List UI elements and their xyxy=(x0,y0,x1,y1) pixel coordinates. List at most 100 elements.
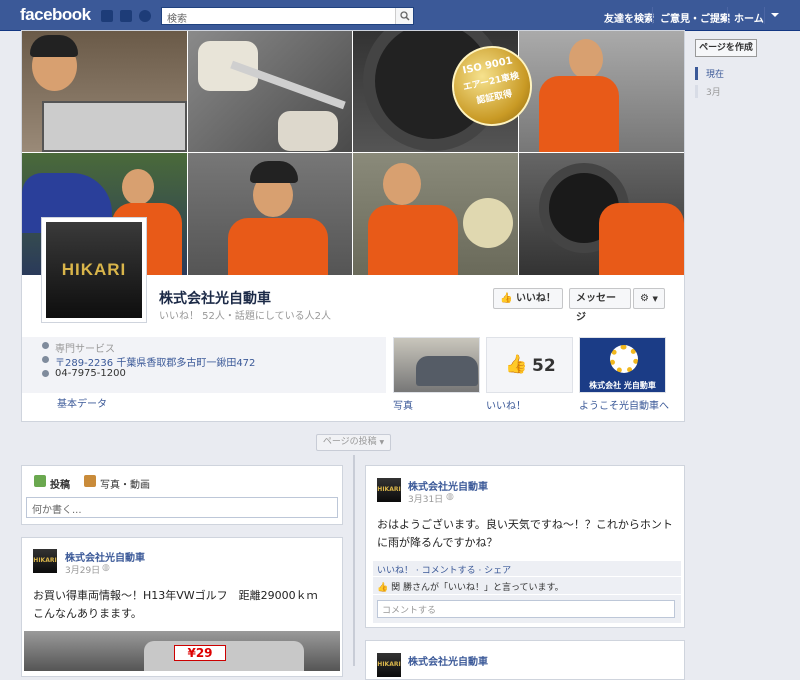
photo-icon xyxy=(84,475,96,487)
welcome-image-text: 株式会社 光自動車 xyxy=(589,381,656,390)
friend-requests-icon[interactable] xyxy=(101,10,113,22)
chevron-down-icon: ▼ xyxy=(652,295,658,303)
search-icon xyxy=(400,11,410,21)
nav-divider xyxy=(727,7,728,24)
cover-tile-mechanic-orange xyxy=(519,31,684,152)
message-button[interactable]: メッセージ xyxy=(569,288,631,323)
comment-area: コメントする xyxy=(373,595,681,623)
likes-link[interactable]: いいね！ xyxy=(486,397,526,412)
page-header-card: ISO 9001 エアー21車検 認証取得 HIKARI 株式会社光自動車 いい… xyxy=(21,30,685,422)
top-navigation-bar: facebook 検索 友達を検索 ご意見・ご提案 ホーム xyxy=(0,0,800,31)
status-icon xyxy=(34,475,46,487)
cover-tile-sander xyxy=(353,153,518,275)
notifications-globe-icon[interactable] xyxy=(139,10,151,22)
profile-picture[interactable]: HIKARI xyxy=(41,217,147,323)
sander xyxy=(463,198,513,248)
glove xyxy=(278,111,338,151)
post-text-input[interactable]: 何か書く... xyxy=(26,497,338,518)
nav-divider xyxy=(764,7,765,24)
category-row: 専門サービス xyxy=(42,340,115,355)
cover-tile-mechanic-cap xyxy=(188,153,352,275)
feedback-link[interactable]: ご意見・ご提案 xyxy=(660,10,730,25)
liked-by-text[interactable]: 関 勝さんが「いいね！」と言っています。 xyxy=(391,583,564,593)
post-card: HIKARI 株式会社光自動車 3月29日 ◍ お買い得車両情報〜！H13年VW… xyxy=(21,537,343,677)
post-actions[interactable]: いいね！ · コメントする · シェア xyxy=(373,561,681,576)
account-menu-chevron-icon[interactable] xyxy=(771,13,779,17)
profile-logo: HIKARI xyxy=(46,222,142,318)
page-stats: いいね！ 52人・話題にしている人2人 xyxy=(159,311,331,322)
find-friends-link[interactable]: 友達を検索 xyxy=(604,10,654,25)
post-author-avatar[interactable]: HIKARI xyxy=(377,653,401,677)
search-button[interactable] xyxy=(395,8,413,24)
globe-icon: ◍ xyxy=(102,563,110,573)
year-nav-current[interactable]: 現在 xyxy=(695,67,755,80)
phone-text: 04-7975-1200 xyxy=(55,368,126,379)
thumbs-up-icon: 👍 xyxy=(505,354,528,375)
welcome-app-tile[interactable]: 株式会社 光自動車 xyxy=(579,337,666,393)
basic-data-link[interactable]: 基本データ xyxy=(57,395,107,410)
orange-jumpsuit xyxy=(228,218,328,275)
post-card: HIKARI 株式会社光自動車 3月31日 ◍ おはようございます。良い天気です… xyxy=(365,465,685,628)
orange-jumpsuit xyxy=(599,203,684,275)
mechanic-head xyxy=(122,169,154,205)
welcome-app-link[interactable]: ようこそ光自動車へ xyxy=(579,397,669,412)
car-photo xyxy=(416,356,478,386)
cap xyxy=(250,161,298,183)
posts-filter-dropdown[interactable]: ページの投稿 ▼ xyxy=(316,434,391,451)
year-nav-month[interactable]: 3月 xyxy=(695,85,755,98)
price-tag: ¥29 xyxy=(174,645,226,661)
tag-icon xyxy=(42,342,49,349)
car-photo[interactable]: ¥29 xyxy=(24,631,340,671)
tab-photo-video[interactable]: 写真・動画 xyxy=(100,476,150,491)
address-row[interactable]: 〒289-2236 千葉県香取郡多古町一鍬田472 xyxy=(42,354,255,369)
posts-filter-label: ページの投稿 xyxy=(322,437,377,447)
cap xyxy=(30,35,78,57)
like-button-label: いいね！ xyxy=(515,293,556,304)
post-card: HIKARI 株式会社光自動車 xyxy=(365,640,685,680)
phone-icon xyxy=(42,370,49,377)
tab-post[interactable]: 投稿 xyxy=(50,476,70,491)
post-text: おはようございます。良い天気ですね〜！？これからホントに雨が降るんですかね？ xyxy=(377,518,673,549)
gear-logo-icon xyxy=(610,345,638,373)
settings-dropdown-button[interactable]: ⚙ ▼ xyxy=(633,288,665,309)
nav-divider xyxy=(652,7,653,24)
page-name[interactable]: 株式会社光自動車 xyxy=(159,288,271,308)
cover-tile-under-car xyxy=(519,153,684,275)
like-button[interactable]: 👍 いいね！ xyxy=(493,288,563,309)
likes-count: 52 xyxy=(532,356,556,376)
globe-icon: ◍ xyxy=(446,492,454,502)
about-section: 専門サービス 〒289-2236 千葉県香取郡多古町一鍬田472 04-7975… xyxy=(22,337,386,393)
thumbs-up-icon: 👍 xyxy=(500,293,513,304)
facebook-logo[interactable]: facebook xyxy=(20,5,91,25)
post-author-name[interactable]: 株式会社光自動車 xyxy=(408,478,488,493)
post-text: お買い得車両情報〜！H13年VWゴルフ 距離29000ｋｍ こんなんありまます。 xyxy=(33,589,329,620)
post-author-avatar[interactable]: HIKARI xyxy=(377,478,401,502)
phone-row: 04-7975-1200 xyxy=(42,368,126,379)
cover-tile-mechanic-gauges xyxy=(22,31,187,152)
post-composer: 投稿 写真・動画 何か書く... xyxy=(21,465,343,525)
photos-thumbnail[interactable] xyxy=(393,337,480,393)
post-date[interactable]: 3月29日 xyxy=(65,563,100,576)
mechanic-head xyxy=(569,39,603,79)
gauge-panel xyxy=(42,101,187,152)
post-date[interactable]: 3月31日 xyxy=(408,492,443,505)
create-page-button[interactable]: ページを作成 xyxy=(695,39,757,57)
search-input[interactable]: 検索 xyxy=(161,7,414,25)
location-pin-icon xyxy=(42,356,49,363)
orange-jumpsuit xyxy=(368,205,458,275)
post-author-name[interactable]: 株式会社光自動車 xyxy=(65,549,145,564)
comment-input[interactable]: コメントする xyxy=(377,600,675,618)
chevron-down-icon: ▼ xyxy=(379,439,385,446)
thumbs-up-icon: 👍 xyxy=(377,583,389,593)
likes-tile[interactable]: 👍 52 xyxy=(486,337,573,393)
photos-link[interactable]: 写真 xyxy=(393,397,413,412)
orange-jumpsuit xyxy=(539,76,619,152)
search-placeholder: 検索 xyxy=(167,14,187,25)
post-author-avatar[interactable]: HIKARI xyxy=(33,549,57,573)
cover-tile-wrench-gloves xyxy=(188,31,352,152)
mechanic-head xyxy=(383,163,421,205)
gear-icon: ⚙ xyxy=(640,293,649,304)
messages-icon[interactable] xyxy=(120,10,132,22)
home-link[interactable]: ホーム xyxy=(734,10,764,25)
timeline-spine xyxy=(353,455,355,666)
